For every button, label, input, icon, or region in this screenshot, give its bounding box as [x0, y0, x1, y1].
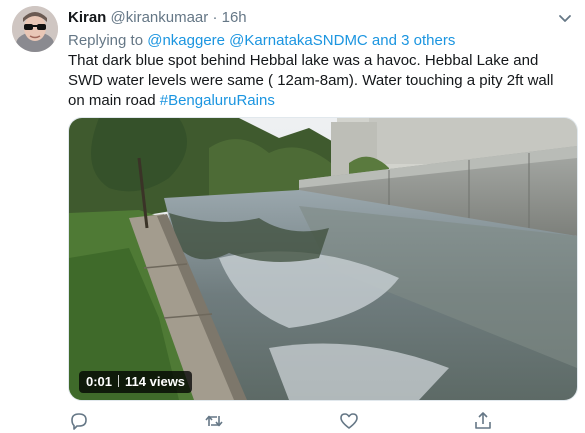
- video-player[interactable]: 0:01 114 views: [68, 117, 578, 401]
- video-views: 114 views: [125, 374, 186, 389]
- tweet-body-text: That dark blue spot behind Hebbal lake w…: [68, 52, 554, 109]
- avatar-image: [12, 6, 58, 52]
- tweet-actions: [68, 410, 498, 430]
- tweet-header: Kiran @kirankumaar · 16h: [68, 8, 247, 28]
- video-frame: [69, 118, 577, 400]
- retweet-icon[interactable]: [203, 410, 225, 432]
- reply-prefix: Replying to: [68, 32, 144, 49]
- author-name[interactable]: Kiran: [68, 9, 106, 26]
- heart-icon[interactable]: [338, 410, 360, 432]
- tweet-text: That dark blue spot behind Hebbal lake w…: [68, 51, 573, 111]
- video-stats-badge: 0:01 114 views: [79, 371, 193, 393]
- author-handle[interactable]: @kirankumaar: [111, 9, 209, 26]
- tweet[interactable]: Kiran @kirankumaar · 16h Replying to @nk…: [0, 0, 585, 433]
- timestamp[interactable]: 16h: [222, 9, 247, 26]
- chevron-down-icon[interactable]: [556, 9, 574, 27]
- reply-mentions[interactable]: @nkaggere @KarnatakaSNDMC and 3 others: [147, 32, 455, 49]
- avatar[interactable]: [12, 6, 58, 52]
- video-duration: 0:01: [86, 374, 113, 389]
- reply-icon[interactable]: [68, 410, 90, 432]
- share-icon[interactable]: [472, 410, 494, 432]
- hashtag-link[interactable]: #BengaluruRains: [160, 92, 275, 109]
- reply-context: Replying to @nkaggere @KarnatakaSNDMC an…: [68, 31, 455, 51]
- header-separator: ·: [212, 9, 218, 26]
